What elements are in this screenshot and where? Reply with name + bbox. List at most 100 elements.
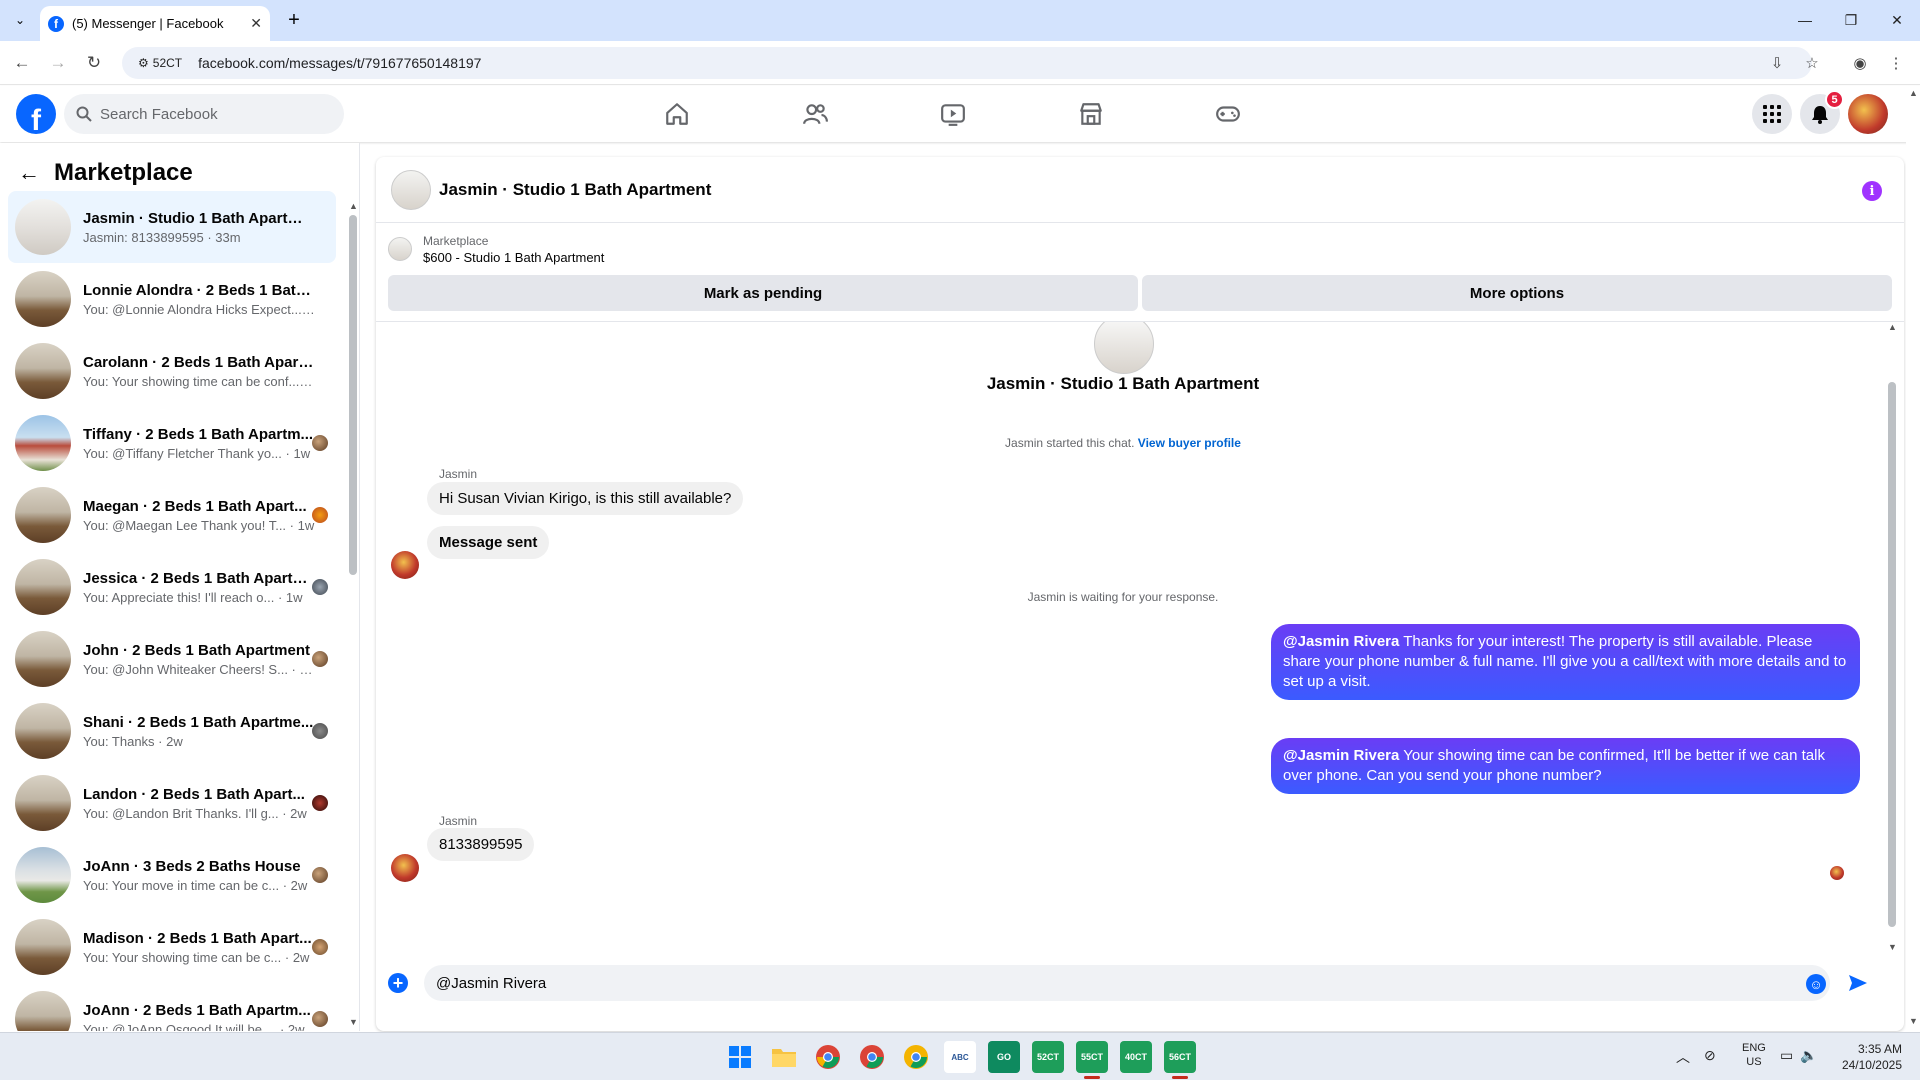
nav-marketplace[interactable] bbox=[1035, 92, 1147, 136]
browser-tab-messenger[interactable]: f (5) Messenger | Facebook ✕ bbox=[40, 6, 270, 41]
conversation-item[interactable]: Tiffany · 2 Beds 1 Bath Apartm... You: @T… bbox=[8, 407, 336, 479]
chat-title[interactable]: Jasmin · Studio 1 Bath Apartment bbox=[439, 180, 711, 200]
conversation-name: Shani · 2 Beds 1 Bath Apartme... bbox=[83, 713, 314, 731]
scroll-up-arrow-icon[interactable]: ▲ bbox=[1888, 322, 1897, 332]
scroll-up-arrow-icon[interactable]: ▲ bbox=[349, 201, 358, 211]
mention[interactable]: @Jasmin Rivera bbox=[1283, 633, 1399, 650]
file-explorer-icon[interactable] bbox=[768, 1041, 800, 1073]
display-icon[interactable]: ▭ bbox=[1780, 1047, 1793, 1064]
conversation-item[interactable]: Shani · 2 Beds 1 Bath Apartme... You: Tha… bbox=[8, 695, 336, 767]
scroll-down-arrow-icon[interactable]: ▼ bbox=[349, 1017, 358, 1027]
outgoing-message[interactable]: @Jasmin Rivera Thanks for your interest!… bbox=[1271, 624, 1860, 700]
read-receipt-avatar bbox=[312, 939, 328, 955]
clock[interactable]: 3:35 AM 24/10/2025 bbox=[1822, 1041, 1902, 1073]
notifications-button[interactable]: 5 bbox=[1800, 90, 1844, 134]
app-40ct-icon[interactable]: 40CT bbox=[1120, 1041, 1152, 1073]
nav-home[interactable] bbox=[621, 92, 733, 136]
page-scrollbar[interactable]: ▲ ▼ bbox=[1906, 86, 1920, 1031]
new-tab-button[interactable]: + bbox=[282, 8, 306, 32]
close-window-button[interactable]: ✕ bbox=[1882, 8, 1912, 32]
conversation-item[interactable]: Jessica · 2 Beds 1 Bath Apartm... You: Ap… bbox=[8, 551, 336, 623]
browser-menu-icon[interactable]: ⋮ bbox=[1884, 51, 1908, 75]
facebook-logo[interactable]: f bbox=[16, 94, 56, 134]
menu-button[interactable] bbox=[1752, 94, 1792, 134]
nav-friends[interactable] bbox=[759, 92, 871, 136]
sidebar-scrollbar[interactable]: ▲ ▼ bbox=[349, 201, 358, 1027]
clock-time: 3:35 AM bbox=[1857, 1042, 1902, 1056]
back-button[interactable]: ← bbox=[10, 51, 34, 75]
incoming-message[interactable]: Hi Susan Vivian Kirigo, is this still av… bbox=[427, 482, 744, 515]
facebook-search-box[interactable]: Search Facebook bbox=[64, 94, 344, 134]
incoming-message[interactable]: Message sent bbox=[427, 526, 550, 559]
chrome-icon[interactable] bbox=[812, 1041, 844, 1073]
app-52ct-icon[interactable]: 52CT bbox=[1032, 1041, 1064, 1073]
message-input[interactable] bbox=[424, 965, 1830, 1001]
conversation-item[interactable]: Jasmin · Studio 1 Bath Apartment Jasmin: … bbox=[8, 191, 336, 263]
minimize-button[interactable]: — bbox=[1790, 8, 1820, 32]
account-avatar[interactable] bbox=[1848, 94, 1888, 134]
listing-summary[interactable]: Marketplace $600 - Studio 1 Bath Apartme… bbox=[376, 223, 1904, 275]
home-icon bbox=[666, 103, 688, 125]
network-off-icon[interactable]: ⊘ bbox=[1704, 1047, 1716, 1064]
listing-thumbnail bbox=[15, 199, 71, 255]
sidebar-scroll-thumb[interactable] bbox=[349, 215, 357, 575]
more-options-button[interactable]: More options bbox=[1142, 275, 1892, 311]
view-buyer-profile-link[interactable]: View buyer profile bbox=[1138, 436, 1241, 450]
install-app-icon[interactable]: ⇩ bbox=[1765, 51, 1789, 75]
tab-search-chevron-icon[interactable]: ⌄ bbox=[8, 8, 32, 32]
app-56ct-icon[interactable]: 56CT bbox=[1164, 1041, 1196, 1079]
read-receipt-avatar bbox=[312, 1011, 328, 1027]
conversation-item[interactable]: Maegan · 2 Beds 1 Bath Apart... You: @Mae… bbox=[8, 479, 336, 551]
mention[interactable]: @Jasmin Rivera bbox=[1283, 747, 1399, 764]
chat-listing-thumbnail[interactable] bbox=[391, 169, 431, 210]
waiting-notice: Jasmin is waiting for your response. bbox=[1027, 590, 1219, 604]
conversation-item[interactable]: John · 2 Beds 1 Bath Apartment You: @John… bbox=[8, 623, 336, 695]
conversation-item[interactable]: Landon · 2 Beds 1 Bath Apart... You: @Lan… bbox=[8, 767, 336, 839]
volume-icon[interactable]: 🔈 bbox=[1800, 1047, 1817, 1064]
conversation-item[interactable]: JoAnn · 2 Beds 1 Bath Apartm... You: @JoA… bbox=[8, 983, 336, 1031]
nav-gaming[interactable] bbox=[1172, 92, 1284, 136]
outgoing-message[interactable]: @Jasmin Rivera Your showing time can be … bbox=[1271, 738, 1860, 794]
sender-avatar[interactable] bbox=[391, 551, 419, 579]
chrome-profile-icon[interactable] bbox=[900, 1041, 932, 1073]
mark-as-pending-button[interactable]: Mark as pending bbox=[388, 275, 1138, 311]
sender-name: Jasmin bbox=[439, 814, 478, 828]
scroll-down-arrow-icon[interactable]: ▼ bbox=[1888, 942, 1897, 952]
back-arrow-icon[interactable]: ← bbox=[18, 160, 40, 186]
windows-start-icon[interactable] bbox=[724, 1041, 756, 1073]
conversation-item[interactable]: Carolann · 2 Beds 1 Bath Apartm... You: Y… bbox=[8, 335, 336, 407]
send-icon[interactable] bbox=[1846, 971, 1870, 995]
conversation-item[interactable]: JoAnn · 3 Beds 2 Baths House You: Your mo… bbox=[8, 839, 336, 911]
profile-icon[interactable]: ◉ bbox=[1848, 51, 1872, 75]
thread-scrollbar[interactable]: ▲ ▼ bbox=[1888, 322, 1897, 953]
reload-button[interactable]: ↻ bbox=[82, 51, 106, 75]
site-info-chip[interactable]: ⚙ 52CT bbox=[130, 51, 190, 75]
address-bar[interactable]: ⚙ 52CT facebook.com/messages/t/791677650… bbox=[122, 47, 1812, 79]
tray-chevron-icon[interactable]: ︿ bbox=[1676, 1047, 1690, 1067]
read-receipt-avatar bbox=[312, 723, 328, 739]
message-thread: Jasmin · Studio 1 Bath Apartment Jasmin … bbox=[376, 321, 1904, 953]
sender-avatar[interactable] bbox=[391, 854, 419, 882]
listing-thumbnail bbox=[15, 775, 71, 831]
scroll-down-arrow-icon[interactable]: ▼ bbox=[1909, 1016, 1918, 1026]
thread-scroll-thumb[interactable] bbox=[1888, 382, 1896, 927]
nav-watch[interactable] bbox=[897, 92, 1009, 136]
address-toolbar: ← → ↻ ⚙ 52CT facebook.com/messages/t/791… bbox=[0, 41, 1920, 85]
conversation-item[interactable]: Lonnie Alondra · 2 Beds 1 Bath A... You: … bbox=[8, 263, 336, 335]
listing-actions: Mark as pending More options bbox=[376, 275, 1904, 311]
app-icon[interactable]: GO bbox=[988, 1041, 1020, 1073]
app-55ct-icon[interactable]: 55CT bbox=[1076, 1041, 1108, 1079]
app-icon[interactable]: ABC bbox=[944, 1041, 976, 1073]
forward-button[interactable]: → bbox=[46, 51, 70, 75]
language-indicator[interactable]: ENG US bbox=[1742, 1041, 1766, 1069]
plus-icon[interactable]: + bbox=[388, 973, 408, 993]
bookmark-star-icon[interactable]: ☆ bbox=[1800, 51, 1824, 75]
conversation-item[interactable]: Madison · 2 Beds 1 Bath Apart... You: You… bbox=[8, 911, 336, 983]
chrome-profile-icon[interactable] bbox=[856, 1041, 888, 1073]
emoji-icon[interactable]: ☺ bbox=[1806, 974, 1826, 994]
restore-button[interactable]: ❐ bbox=[1836, 8, 1866, 32]
info-icon[interactable]: i bbox=[1862, 181, 1882, 201]
incoming-message[interactable]: 8133899595 bbox=[427, 828, 535, 861]
close-tab-icon[interactable]: ✕ bbox=[250, 15, 262, 32]
scroll-up-arrow-icon[interactable]: ▲ bbox=[1909, 88, 1918, 98]
